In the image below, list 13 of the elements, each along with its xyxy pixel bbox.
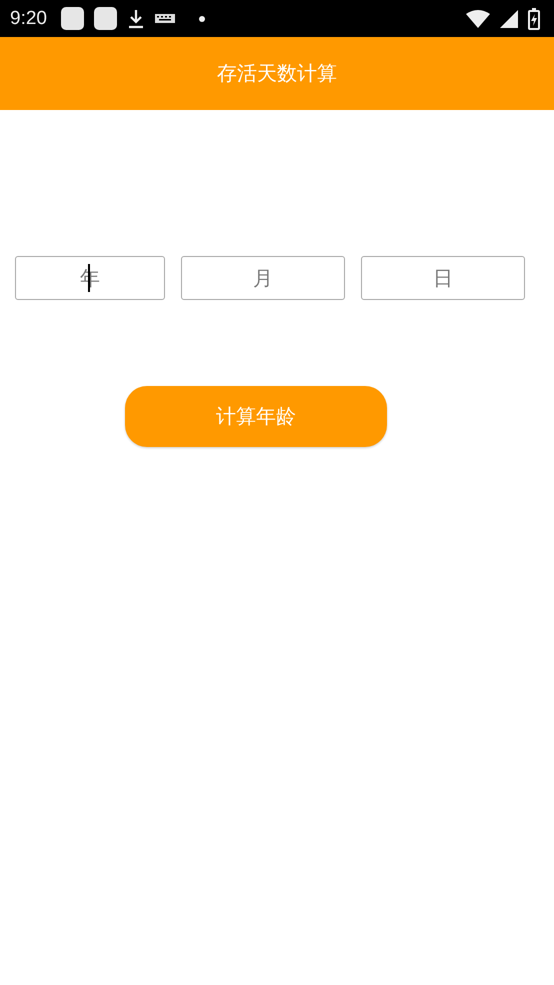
date-input-field[interactable]: 月 <box>181 256 345 300</box>
date-input-field[interactable]: 日 <box>361 256 525 300</box>
status-time: 9:20 <box>10 8 47 30</box>
signal-icon <box>500 10 518 28</box>
battery-charging-icon <box>528 8 540 30</box>
keyboard-icon <box>154 12 175 24</box>
wifi-icon <box>466 10 490 28</box>
notification-app-icon <box>60 7 84 30</box>
download-icon <box>126 8 145 28</box>
more-notifications-icon <box>198 16 205 22</box>
calculate-age-button[interactable]: 计算年龄 <box>125 386 387 447</box>
notification-app-icon <box>94 7 117 30</box>
app-title: 存活天数计算 <box>217 60 337 87</box>
